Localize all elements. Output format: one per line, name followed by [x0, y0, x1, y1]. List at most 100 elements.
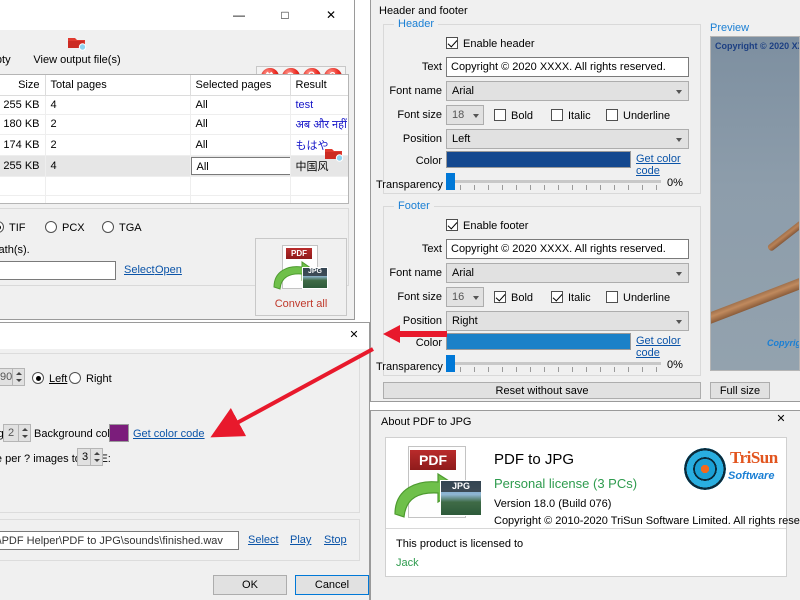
header-underline-checkbox[interactable]: Underline: [606, 109, 670, 123]
about-body: PDF JPG PDF to JPG Personal license (3 P…: [385, 437, 800, 577]
licensed-to-label: This product is licensed to: [396, 538, 524, 550]
footer-font-size-label: Font size: [397, 291, 442, 303]
minimize-button[interactable]: —: [216, 0, 262, 30]
table-row[interactable]: 255 KB 4 All test: [0, 95, 348, 115]
trisun-logo: TriSun Software: [684, 446, 784, 498]
enable-header-checkbox[interactable]: Enable header: [446, 37, 535, 51]
selected-pages-dropdown[interactable]: All: [190, 156, 289, 175]
convert-all-button[interactable]: PDF JPG Convert all: [255, 238, 347, 316]
footer-position-dropdown[interactable]: Right: [446, 311, 689, 331]
header-position-dropdown[interactable]: Left: [446, 129, 689, 149]
header-color-swatch[interactable]: [446, 151, 631, 168]
rotate-right-radio[interactable]: Right: [69, 372, 112, 386]
spinner-arrows[interactable]: [12, 369, 24, 385]
header-font-size-dropdown[interactable]: 18: [446, 105, 484, 125]
sound-path-input[interactable]: n Files (x86)\PDF Helper\PDF to JPG\soun…: [0, 531, 239, 550]
license-status: Personal license (3 PCs): [494, 476, 638, 491]
footer-transparency-slider[interactable]: [446, 355, 661, 373]
header-font-size-label: Font size: [397, 109, 442, 121]
about-divider: [386, 528, 786, 529]
header-bold-checkbox[interactable]: Bold: [494, 109, 533, 123]
pdf-to-jpg-icon: PDF JPG: [272, 245, 332, 291]
combine-count-input[interactable]: 3: [77, 448, 103, 466]
header-transparency-slider[interactable]: [446, 173, 661, 191]
spacing-input[interactable]: 2: [3, 424, 31, 442]
open-path-link[interactable]: Open: [155, 264, 182, 276]
col-total-pages[interactable]: Total pages: [45, 75, 191, 96]
checkbox-box: [494, 291, 506, 303]
header-italic-checkbox[interactable]: Italic: [551, 109, 591, 123]
footer-color-swatch[interactable]: [446, 333, 631, 350]
close-button[interactable]: ✕: [308, 0, 354, 30]
slider-thumb[interactable]: [446, 355, 455, 372]
footer-text-input[interactable]: Copyright © 2020 XXXX. All rights reserv…: [446, 239, 689, 259]
header-footer-title: Header and footer: [379, 5, 468, 17]
preview-header-text: Copyright © 2020 XX: [715, 41, 800, 51]
table-row[interactable]: 255 KB 4 All 中国风: [0, 155, 348, 177]
format-radio-pcx[interactable]: PCX: [45, 221, 85, 235]
rotate-custom-input[interactable]: 90: [0, 368, 25, 386]
file-table[interactable]: Size Total pages Selected pages Result 2…: [0, 74, 349, 204]
options-dialog: ✕ 270° 90 Left Right black Spaci: [0, 322, 370, 600]
footer-font-size-dropdown[interactable]: 16: [446, 287, 484, 307]
enable-footer-label: Enable footer: [463, 220, 529, 232]
spinner-arrows[interactable]: [90, 449, 102, 465]
slider-track: [446, 362, 661, 365]
ok-button[interactable]: OK: [213, 575, 287, 595]
slider-track: [446, 180, 661, 183]
footer-font-name-dropdown[interactable]: Arial: [446, 263, 689, 283]
sound-play-link[interactable]: Play: [290, 534, 311, 546]
header-text-input[interactable]: Copyright © 2020 XXXX. All rights reserv…: [446, 57, 689, 77]
header-font-name-dropdown[interactable]: Arial: [446, 81, 689, 101]
toolbar-empty-label: Empty: [0, 54, 11, 66]
header-bold-label: Bold: [511, 110, 534, 122]
output-path-input[interactable]: Desktop\sd: [0, 261, 116, 280]
col-selected-pages[interactable]: Selected pages: [190, 75, 291, 96]
maximize-button[interactable]: □: [262, 0, 308, 30]
format-radio-tga[interactable]: TGA: [102, 221, 142, 235]
header-transparency-label: Transparency: [376, 179, 443, 191]
trisun-name: TriSun: [730, 448, 778, 467]
spinner-arrows[interactable]: [18, 425, 30, 441]
header-italic-label: Italic: [568, 110, 591, 122]
footer-bold-checkbox[interactable]: Bold: [494, 291, 533, 305]
table-row[interactable]: 180 KB 2 All अब और नहीं: [0, 114, 348, 135]
radio-box: [69, 372, 81, 384]
convert-all-label: Convert all: [274, 298, 328, 310]
cancel-button[interactable]: Cancel: [295, 575, 369, 595]
checkbox-box: [551, 291, 563, 303]
open-folder-icon: [67, 34, 87, 52]
sound-panel: n Files (x86)\PDF Helper\PDF to JPG\soun…: [0, 519, 360, 561]
options-close-button[interactable]: ✕: [339, 321, 369, 347]
reset-without-save-button[interactable]: Reset without save: [383, 382, 701, 399]
select-path-link[interactable]: Select: [124, 264, 155, 276]
format-radio-tif[interactable]: TIF: [0, 221, 26, 235]
col-size[interactable]: Size: [0, 75, 46, 96]
toolbar-empty-button[interactable]: Empty: [0, 34, 22, 66]
row-open-folder-icon[interactable]: [324, 145, 344, 166]
sound-select-link[interactable]: Select: [248, 534, 279, 546]
footer-position-label: Position: [402, 315, 442, 327]
enable-header-label: Enable header: [463, 38, 535, 50]
options-get-color-code-link[interactable]: Get color code: [133, 428, 205, 440]
cell-result: अब और नहीं: [290, 114, 348, 135]
background-color-swatch[interactable]: [109, 424, 129, 442]
toolbar-view-output-button[interactable]: View output file(s): [22, 34, 132, 66]
table-row[interactable]: 174 KB 2 All もはや: [0, 134, 348, 156]
jpg-tag: JPG: [303, 268, 327, 276]
col-result[interactable]: Result: [290, 75, 348, 96]
options-panel: 270° 90 Left Right black Spacing 2: [0, 353, 360, 513]
full-size-button[interactable]: Full size: [710, 382, 770, 399]
rotate-left-radio[interactable]: Left: [32, 372, 67, 386]
table-row[interactable]: [0, 176, 348, 196]
footer-underline-checkbox[interactable]: Underline: [606, 291, 670, 305]
footer-italic-checkbox[interactable]: Italic: [551, 291, 591, 305]
slider-thumb[interactable]: [446, 173, 455, 190]
table-row[interactable]: [0, 195, 348, 203]
about-close-button[interactable]: ✕: [768, 407, 794, 429]
enable-footer-checkbox[interactable]: Enable footer: [446, 219, 528, 233]
sound-stop-link[interactable]: Stop: [324, 534, 347, 546]
product-name: PDF to JPG: [494, 451, 575, 468]
header-color-label: Color: [415, 155, 442, 167]
trisun-disc-icon: [684, 448, 726, 490]
